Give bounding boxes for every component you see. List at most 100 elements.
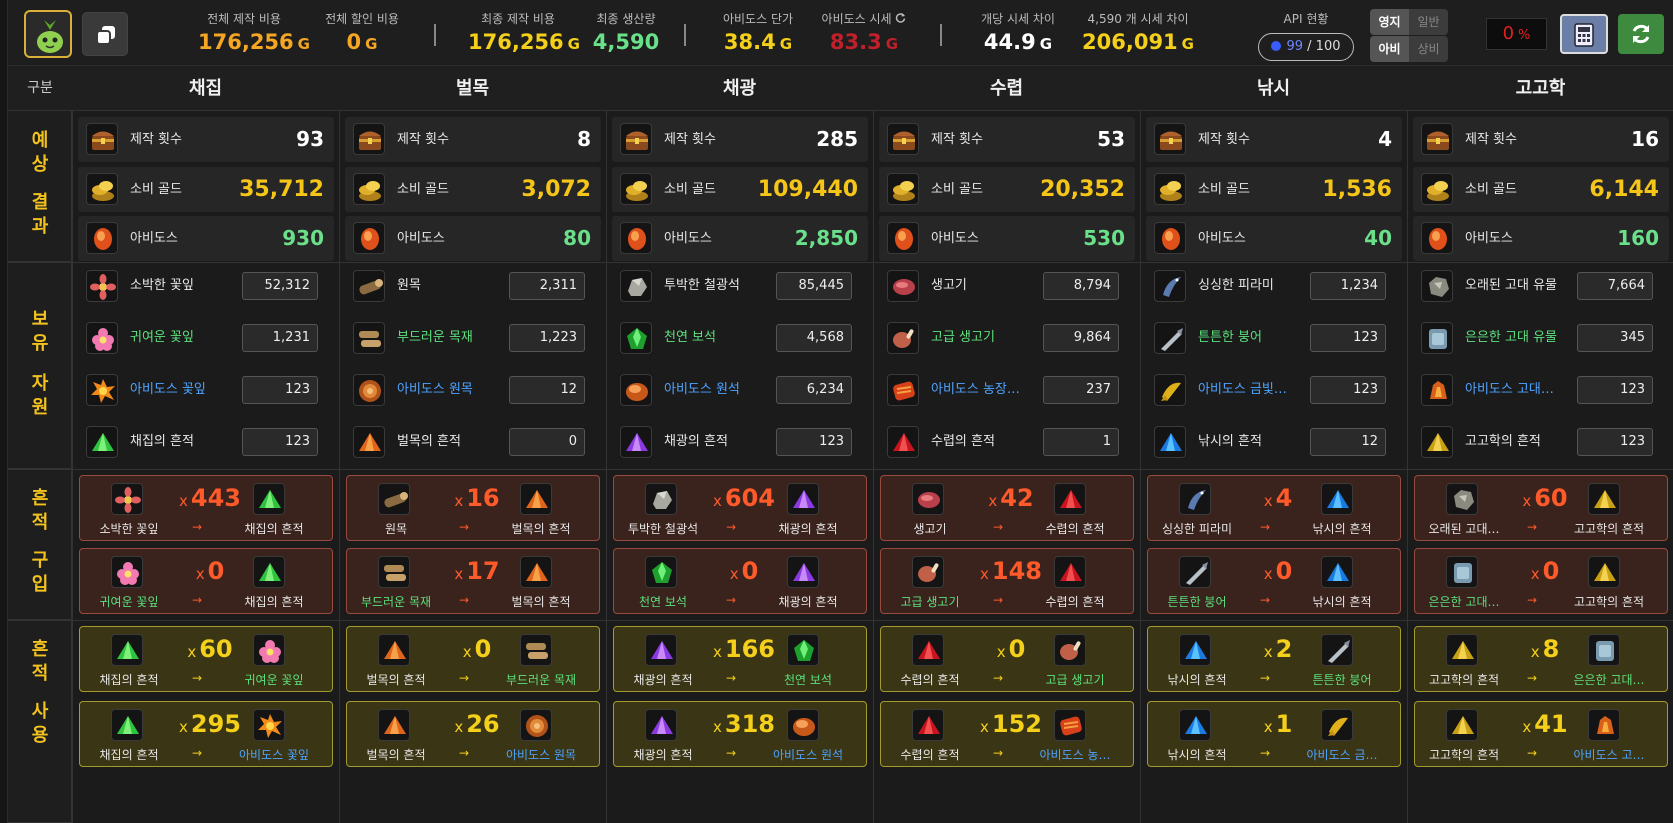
profession-column: 제작 횟수 4 소비 골드 1,536 아비도스 40 싱싱한 피라미 1,234 튼튼한 붕어… bbox=[1140, 111, 1407, 823]
refresh-button[interactable] bbox=[1618, 14, 1664, 54]
divider bbox=[434, 24, 436, 46]
stat-value: 176,256 G bbox=[198, 30, 310, 54]
toggle-abydos[interactable]: 아비 상비 bbox=[1370, 36, 1448, 62]
buy-exchange-card: x 17 부드러운 목재 → 벌목의 흔적 bbox=[346, 548, 600, 614]
copy-button[interactable] bbox=[82, 12, 128, 56]
resource-quantity-input[interactable]: 123 bbox=[242, 376, 318, 404]
resource-quantity-input[interactable]: 123 bbox=[1577, 428, 1653, 456]
fine-meat-icon bbox=[887, 322, 919, 354]
exchange-to: 벌목의 흔적 bbox=[511, 595, 571, 609]
resource-quantity-input[interactable]: 6,234 bbox=[776, 376, 852, 404]
refresh-small-icon[interactable] bbox=[895, 12, 906, 23]
resource-row: 천연 보석 4,568 bbox=[612, 316, 868, 360]
profession-column: 제작 횟수 16 소비 골드 6,144 아비도스 160 오래된 고대 유물 7,664 은은… bbox=[1407, 111, 1673, 823]
exchange-from: 투박한 철광석 bbox=[627, 522, 699, 536]
section-owned: 보 유 자 원 bbox=[8, 262, 72, 469]
header-column: 낚시 bbox=[1140, 66, 1407, 111]
resource-quantity-input[interactable]: 123 bbox=[776, 428, 852, 456]
resource-quantity-input[interactable]: 123 bbox=[242, 428, 318, 456]
section-char: 보 bbox=[31, 309, 49, 330]
resource-quantity-input[interactable]: 1,234 bbox=[1310, 272, 1386, 300]
toggle-option-territory[interactable]: 영지 bbox=[1370, 9, 1409, 35]
resource-row: 고고학의 흔적 123 bbox=[1413, 420, 1669, 464]
gold-icon bbox=[353, 173, 385, 205]
section-buy: 흔 적 구 입 bbox=[8, 469, 72, 620]
resource-row: 오래된 고대 유물 7,664 bbox=[1413, 264, 1669, 308]
resource-quantity-input[interactable]: 12 bbox=[509, 376, 585, 404]
resource-quantity-input[interactable]: 52,312 bbox=[242, 272, 318, 300]
profession-column: 제작 횟수 8 소비 골드 3,072 아비도스 80 원목 2,311 부드러운 목재 1,22… bbox=[339, 111, 606, 823]
result-value: 3,072 bbox=[521, 177, 591, 202]
resource-name: 생고기 bbox=[931, 278, 967, 293]
result-count-card: 제작 횟수 285 bbox=[612, 117, 868, 162]
use-exchange-card: x 0 벌목의 흔적 → 부드러운 목재 bbox=[346, 626, 600, 692]
arrow-right-icon: → bbox=[726, 746, 737, 760]
exchange-to: 고고학의 흔적 bbox=[1573, 522, 1645, 536]
yellow-powder-icon bbox=[1446, 709, 1478, 741]
resource-quantity-input[interactable]: 123 bbox=[1310, 324, 1386, 352]
toggle-option-abydos[interactable]: 아비 bbox=[1370, 36, 1409, 62]
use-exchange-card: x 295 채집의 흔적 → 아비도스 꽃잎 bbox=[79, 701, 333, 767]
resource-name: 원목 bbox=[397, 278, 421, 293]
resource-name: 귀여운 꽃잎 bbox=[130, 330, 194, 345]
resource-quantity-input[interactable]: 7,664 bbox=[1577, 272, 1653, 300]
exchange-multiplier: x0 bbox=[462, 635, 492, 663]
arrow-right-icon: → bbox=[192, 671, 203, 685]
stat-value: 0G bbox=[346, 30, 378, 54]
resource-row: 고급 생고기 9,864 bbox=[879, 316, 1135, 360]
result-value: 80 bbox=[563, 226, 591, 250]
gem-icon bbox=[645, 556, 677, 588]
result-abydos-card: 아비도스 80 bbox=[345, 216, 601, 261]
result-gold-card: 소비 골드 20,352 bbox=[879, 167, 1135, 212]
stat-label: 4,590 개 시세 차이 bbox=[1087, 12, 1189, 26]
resource-row: 소박한 꽃잎 52,312 bbox=[78, 264, 334, 308]
exchange-multiplier: x0 bbox=[996, 635, 1026, 663]
result-label: 소비 골드 bbox=[397, 182, 449, 197]
arrow-right-icon: → bbox=[726, 671, 737, 685]
result-abydos-card: 아비도스 930 bbox=[78, 216, 334, 261]
exchange-to: 아비도스 고… bbox=[1573, 748, 1645, 762]
section-char: 흔 bbox=[31, 488, 49, 509]
resource-row: 수렵의 흔적 1 bbox=[879, 420, 1135, 464]
resource-quantity-input[interactable]: 4,568 bbox=[776, 324, 852, 352]
resource-quantity-input[interactable]: 1,223 bbox=[509, 324, 585, 352]
arrow-right-icon: → bbox=[459, 671, 470, 685]
result-abydos-card: 아비도스 2,850 bbox=[612, 216, 868, 261]
resource-quantity-input[interactable]: 1,231 bbox=[242, 324, 318, 352]
resource-quantity-input[interactable]: 123 bbox=[1310, 376, 1386, 404]
resource-quantity-input[interactable]: 123 bbox=[1577, 376, 1653, 404]
toggle-territory[interactable]: 영지 일반 bbox=[1370, 9, 1448, 35]
exchange-to: 벌목의 흔적 bbox=[511, 522, 571, 536]
logo-mascot-icon bbox=[24, 10, 72, 58]
discount-percent-input[interactable]: 0% bbox=[1486, 18, 1547, 50]
resource-quantity-input[interactable]: 237 bbox=[1043, 376, 1119, 404]
section-char: 상 bbox=[31, 154, 49, 175]
resource-quantity-input[interactable]: 9,864 bbox=[1043, 324, 1119, 352]
resource-quantity-input[interactable]: 0 bbox=[509, 428, 585, 456]
arrow-right-icon: → bbox=[1260, 593, 1271, 607]
exchange-from: 소박한 꽃잎 bbox=[99, 522, 159, 536]
log-icon bbox=[353, 270, 385, 302]
result-label: 제작 횟수 bbox=[1198, 132, 1250, 147]
resource-quantity-input[interactable]: 345 bbox=[1577, 324, 1653, 352]
result-gold-card: 소비 골드 109,440 bbox=[612, 167, 868, 212]
resource-quantity-input[interactable]: 2,311 bbox=[509, 272, 585, 300]
resource-quantity-input[interactable]: 1 bbox=[1043, 428, 1119, 456]
result-label: 아비도스 bbox=[931, 231, 979, 246]
resource-quantity-input[interactable]: 8,794 bbox=[1043, 272, 1119, 300]
resource-name: 고고학의 흔적 bbox=[1465, 434, 1541, 449]
chest-icon bbox=[1421, 123, 1453, 155]
exchange-multiplier: x 41 bbox=[1522, 710, 1568, 738]
use-exchange-card: x 8 고고학의 흔적 → 은은한 고대… bbox=[1414, 626, 1668, 692]
purple-powder-icon bbox=[645, 634, 677, 666]
exchange-to: 아비도스 꽃잎 bbox=[238, 748, 310, 762]
calculator-button[interactable] bbox=[1560, 14, 1608, 54]
pink-flower-icon bbox=[86, 322, 118, 354]
toggle-option-normal[interactable]: 일반 bbox=[1409, 9, 1448, 35]
resource-row: 아비도스 원목 12 bbox=[345, 368, 601, 412]
resource-quantity-input[interactable]: 12 bbox=[1310, 428, 1386, 456]
toggle-option-sangbi[interactable]: 상비 bbox=[1409, 36, 1448, 62]
resource-quantity-input[interactable]: 85,445 bbox=[776, 272, 852, 300]
copy-icon bbox=[96, 26, 115, 45]
resource-name: 낚시의 흔적 bbox=[1198, 434, 1262, 449]
